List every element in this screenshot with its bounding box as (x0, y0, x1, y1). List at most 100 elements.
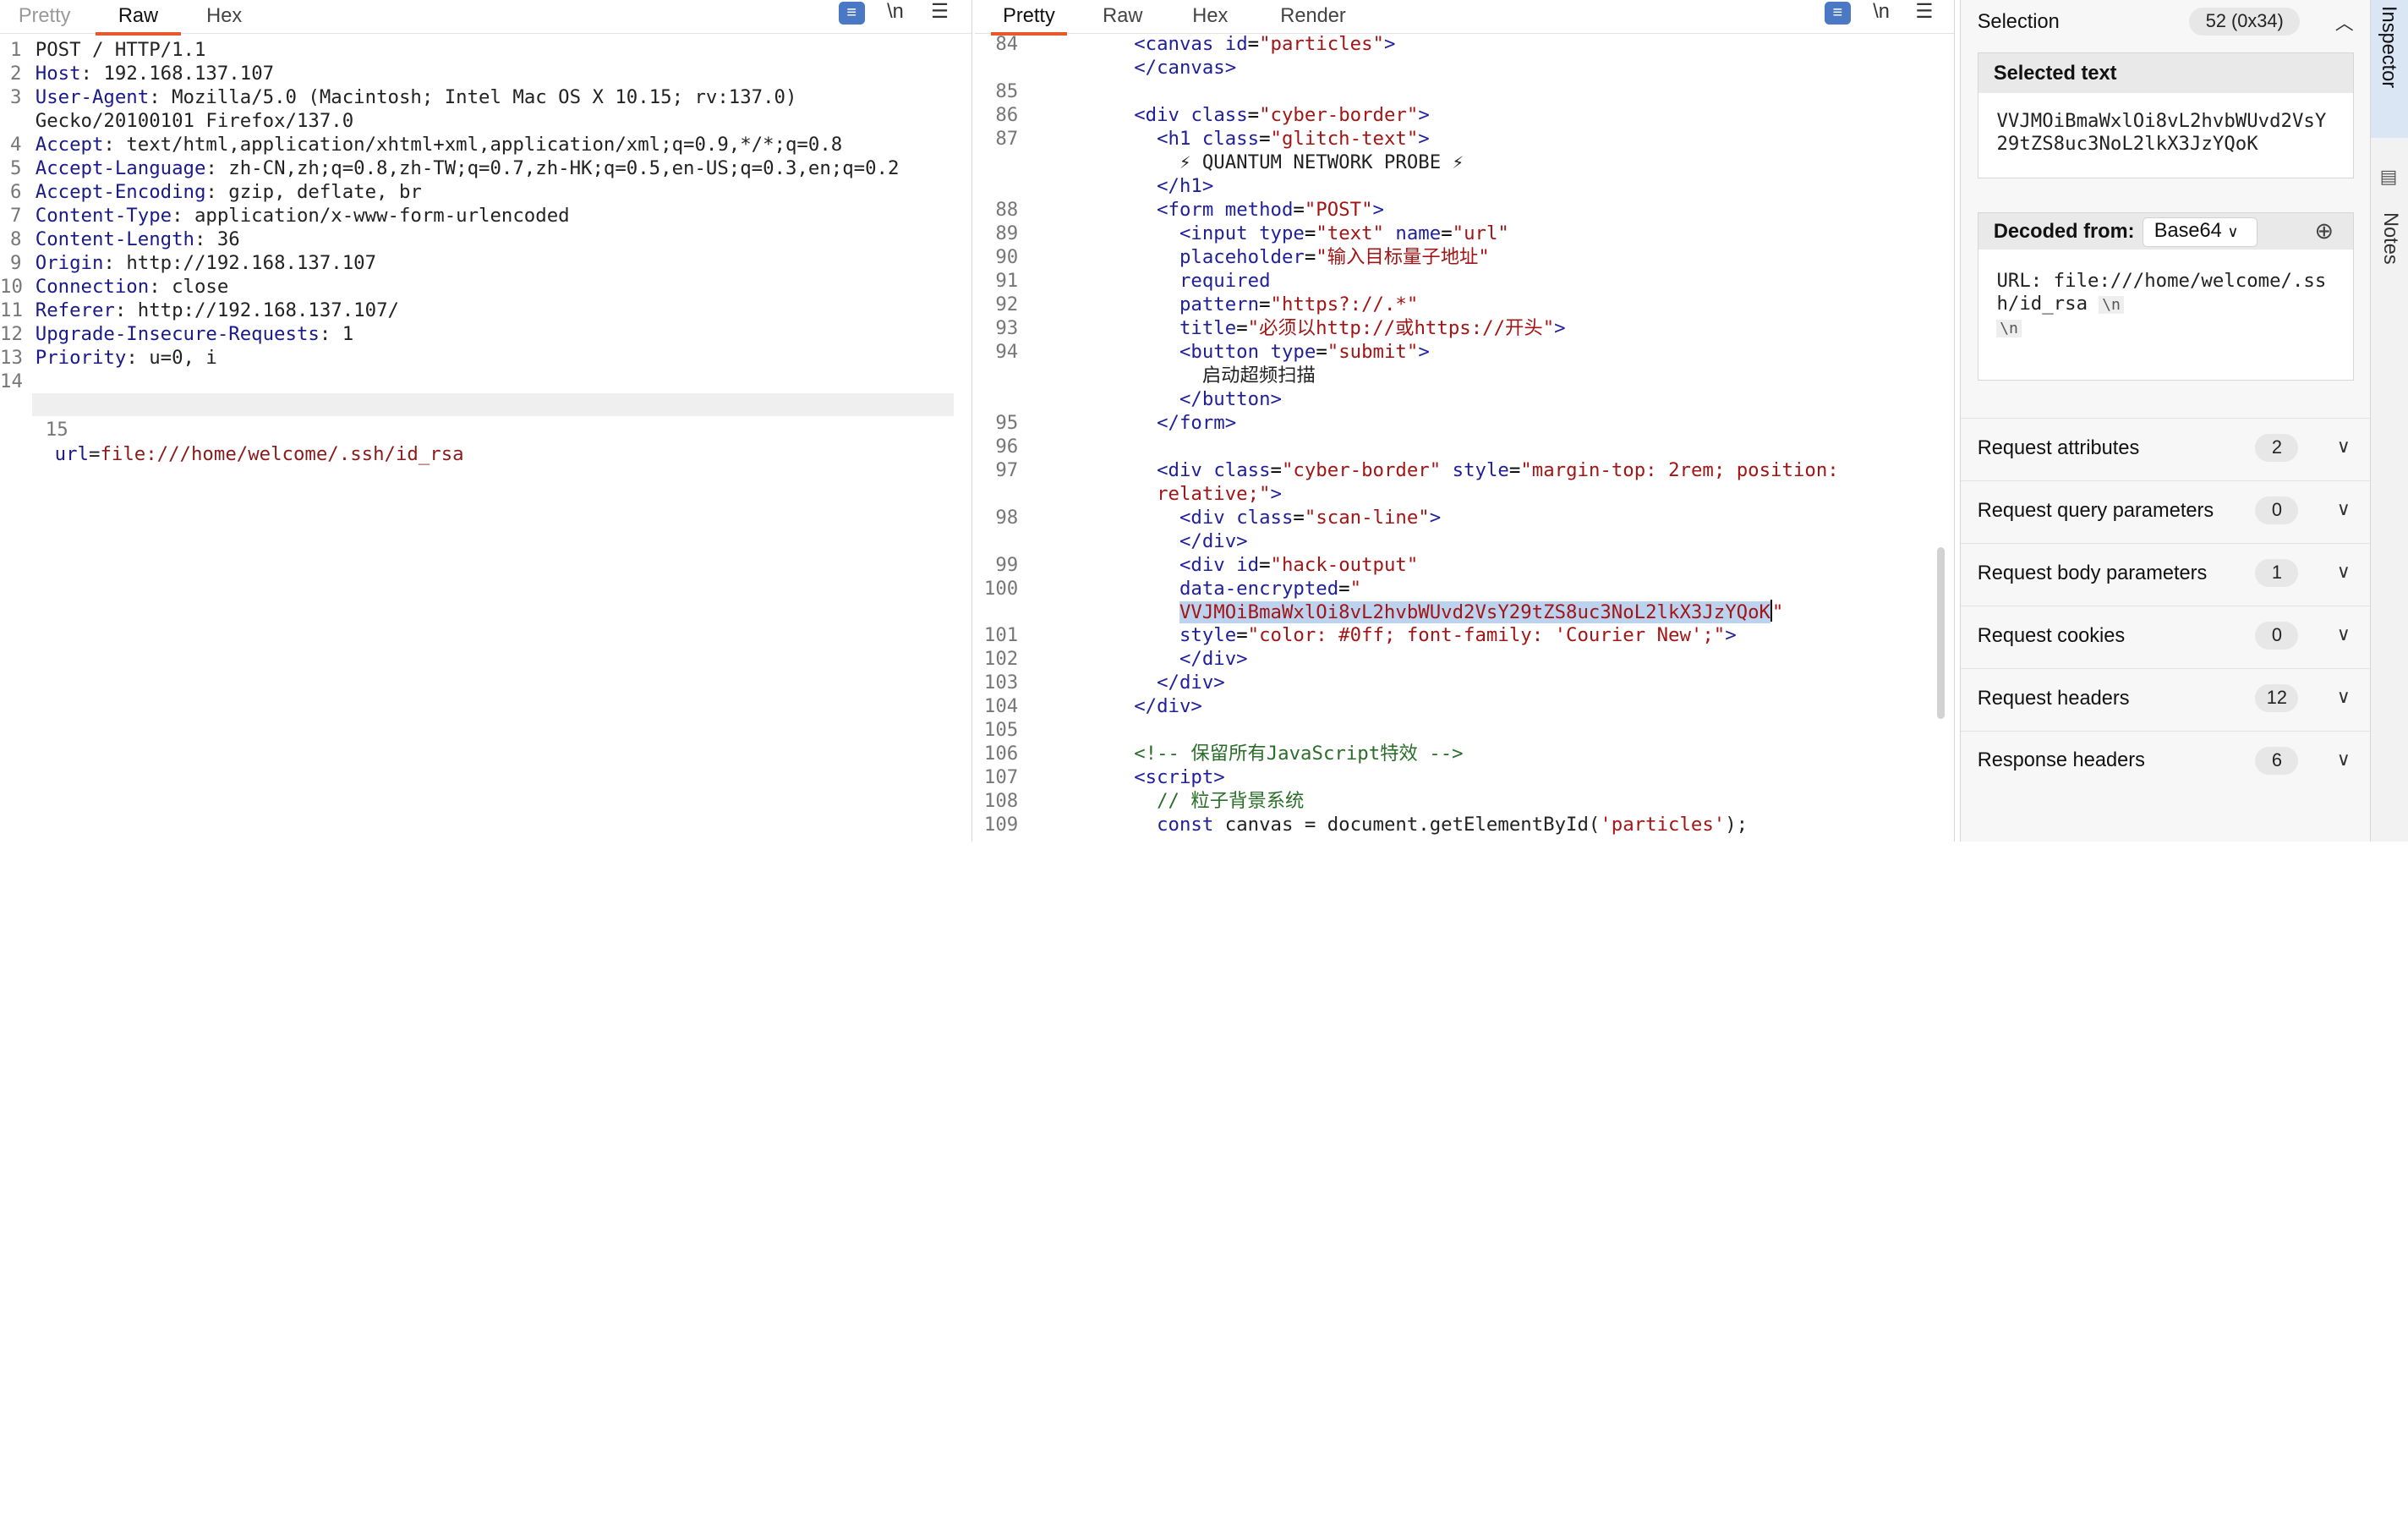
line-number: 12 (0, 323, 23, 346)
request-line[interactable]: 12 Upgrade-Insecure-Requests: 1 (0, 322, 353, 347)
section-count-badge: 2 (2255, 434, 2299, 462)
response-line[interactable]: </button> (975, 387, 1282, 412)
menu-icon[interactable]: ☰ (928, 0, 952, 28)
response-line[interactable]: 107 <script> (975, 765, 1225, 790)
request-line[interactable]: 4 Accept: text/html,application/xhtml+xml… (0, 133, 842, 157)
header-name: Content-Type (35, 205, 172, 228)
chevron-down-icon: ∨ (2227, 223, 2239, 241)
wrap-icon[interactable]: ≡ (838, 1, 865, 25)
inspector-section-request-body-parameters[interactable]: Request body parameters 1 ∨ (1960, 542, 2370, 605)
chevron-down-icon[interactable]: ∨ (2337, 749, 2351, 770)
inspector-section-request-cookies[interactable]: Request cookies 0 ∨ (1960, 605, 2370, 667)
response-line[interactable]: 109 const canvas = document.getElementByI… (975, 813, 1748, 837)
response-line[interactable]: 99 <div id="hack-output" (975, 553, 1418, 578)
request-line[interactable]: 14 (0, 370, 36, 394)
request-line[interactable]: 9 Origin: http://192.168.137.107 (0, 251, 376, 276)
response-line[interactable]: 100 data-encrypted=" (975, 577, 1361, 601)
line-number: 5 (9, 157, 22, 180)
response-line[interactable]: </div> (975, 529, 1248, 554)
chevron-down-icon[interactable]: ∨ (2337, 498, 2351, 520)
response-line[interactable]: 88 <form method="POST"> (975, 198, 1384, 222)
response-line[interactable]: 105 (975, 718, 1065, 743)
code-text: </div> (1157, 672, 1225, 694)
chevron-up-icon[interactable]: ︿ (2335, 9, 2354, 36)
response-line[interactable]: 92 pattern="https?://.*" (975, 293, 1418, 317)
response-line[interactable]: 102 </div> (975, 647, 1248, 672)
code-text: const canvas = document.getElementById('… (1157, 814, 1749, 836)
decoder-select[interactable]: Base64 ∨ (2143, 217, 2258, 247)
request-body-line[interactable]: 15 url=file:///home/welcome/.ssh/id_rsa (0, 393, 464, 465)
response-line[interactable]: 103 </div> (975, 671, 1225, 695)
inspector-section-request-attributes[interactable]: Request attributes 2 ∨ (1960, 418, 2370, 480)
section-count-badge: 1 (2255, 559, 2299, 587)
tab-hex[interactable]: Hex (200, 0, 249, 34)
side-tab-notes[interactable]: Notes (2371, 200, 2408, 277)
header-colon: : (172, 205, 183, 228)
response-line[interactable]: 108 // 粒子背景系统 (975, 789, 1304, 814)
request-line[interactable]: 5 Accept-Language: zh-CN,zh;q=0.8,zh-TW;q… (0, 156, 899, 181)
response-line[interactable]: 89 <input type="text" name="url" (975, 222, 1509, 246)
response-line[interactable]: 91 required (975, 269, 1270, 293)
notes-icon: ▤ (2379, 166, 2398, 188)
selected-text-title: Selected text (1978, 52, 2353, 93)
side-tab-inspector[interactable]: Inspector (2370, 0, 2408, 139)
menu-icon[interactable]: ☰ (1912, 0, 1936, 28)
line-number: 90 (995, 245, 1019, 268)
request-line[interactable]: 2 Host: 192.168.137.107 (0, 62, 274, 86)
response-line[interactable]: ⚡ QUANTUM NETWORK PROBE ⚡ (975, 151, 1464, 175)
response-line[interactable]: 启动超频扫描 (975, 364, 1316, 388)
tab-hex[interactable]: Hex (1187, 0, 1233, 34)
request-line[interactable]: Gecko/20100101 Firefox/137.0 (0, 109, 353, 134)
tab-pretty[interactable]: Pretty (990, 0, 1068, 36)
response-line[interactable]: 101 style="color: #0ff; font-family: 'Cou… (975, 623, 1737, 648)
request-line[interactable]: 6 Accept-Encoding: gzip, deflate, br (0, 180, 422, 205)
request-line[interactable]: 13 Priority: u=0, i (0, 346, 217, 370)
request-line[interactable]: 7 Content-Type: application/x-www-form-ur… (0, 204, 570, 228)
newline-icon[interactable]: \n (882, 0, 910, 28)
response-line[interactable]: relative;"> (975, 482, 1282, 507)
header-colon: : (205, 181, 217, 204)
tab-pretty[interactable]: Pretty (13, 0, 77, 34)
response-line[interactable]: 106 <!-- 保留所有JavaScript特效 --> (975, 742, 1464, 766)
newline-icon[interactable]: \n (1868, 0, 1896, 28)
tab-raw[interactable]: Raw (95, 0, 182, 36)
response-line[interactable]: 87 <h1 class="glitch-text"> (975, 127, 1429, 151)
tab-render[interactable]: Render (1275, 0, 1352, 34)
request-line[interactable]: 1 POST / HTTP/1.1 (0, 38, 205, 63)
wrap-icon[interactable]: ≡ (1824, 1, 1851, 25)
inspector-section-request-headers[interactable]: Request headers 12 ∨ (1960, 667, 2370, 730)
request-line[interactable]: 3 User-Agent: Mozilla/5.0 (Macintosh; Int… (0, 85, 796, 110)
response-line[interactable]: 95 </form> (975, 411, 1236, 436)
response-line[interactable]: 85 (975, 80, 1065, 104)
chevron-down-icon[interactable]: ∨ (2337, 436, 2351, 458)
header-value: close (160, 276, 229, 299)
vertical-scrollbar[interactable] (1937, 546, 1946, 720)
code-text: <input type="text" name="url" (1179, 222, 1509, 244)
response-line[interactable]: 93 title="必须以http://或https://开头"> (975, 316, 1565, 341)
request-line[interactable]: 10 Connection: close (0, 275, 228, 299)
section-label: Request cookies (1977, 624, 2126, 647)
selected-text-value[interactable]: VVJMOiBmaWxlOi8vL2hvbWUvd2VsY29tZS8uc3No… (1978, 93, 2353, 156)
response-line[interactable]: 86 <div class="cyber-border"> (975, 103, 1429, 128)
response-line[interactable]: 84 <canvas id="particles"> (975, 32, 1395, 57)
request-line[interactable]: 11 Referer: http://192.168.137.107/ (0, 299, 399, 323)
response-line[interactable]: 97 <div class="cyber-border" style="margi… (975, 458, 1838, 483)
chevron-down-icon[interactable]: ∨ (2337, 686, 2351, 708)
response-line[interactable]: 104 </div> (975, 694, 1202, 719)
chevron-down-icon[interactable]: ∨ (2337, 561, 2351, 583)
response-line[interactable]: 98 <div class="scan-line"> (975, 506, 1441, 530)
response-line[interactable]: </canvas> (975, 56, 1236, 80)
tab-raw[interactable]: Raw (1098, 0, 1147, 34)
response-line[interactable]: </h1> (975, 174, 1213, 199)
chevron-down-icon[interactable]: ∨ (2337, 623, 2351, 645)
response-line[interactable]: VVJMOiBmaWxlOi8vL2hvbWUvd2VsY29tZS8uc3No… (975, 600, 1783, 624)
inspector-section-request-query-parameters[interactable]: Request query parameters 0 ∨ (1960, 480, 2370, 542)
code-text: placeholder="输入目标量子地址" (1179, 245, 1490, 268)
inspector-section-response-headers[interactable]: Response headers 6 ∨ (1960, 730, 2370, 792)
decoded-text[interactable]: URL: file:///home/welcome/.ssh/id_rsa \n… (1978, 250, 2353, 340)
add-decoder-icon[interactable]: ⊕ (2314, 217, 2334, 244)
response-line[interactable]: 94 <button type="submit"> (975, 340, 1429, 365)
request-line[interactable]: 8 Content-Length: 36 (0, 228, 240, 252)
response-line[interactable]: 96 (975, 435, 1065, 459)
response-line[interactable]: 90 placeholder="输入目标量子地址" (975, 245, 1489, 270)
